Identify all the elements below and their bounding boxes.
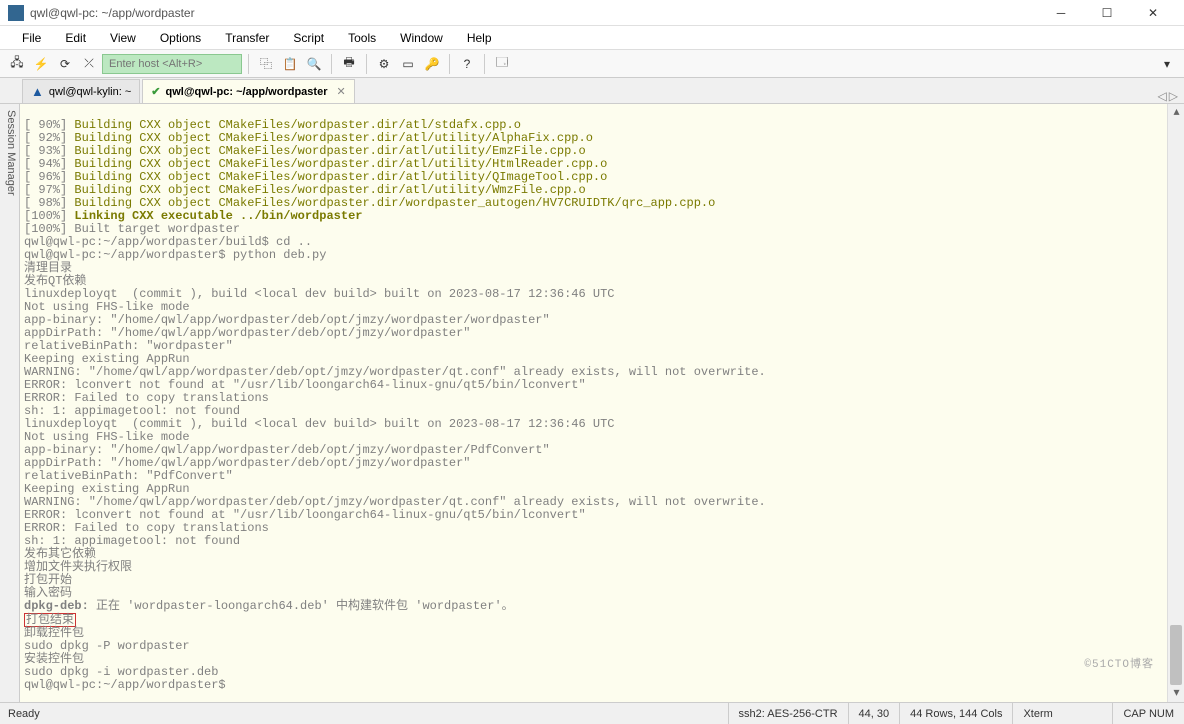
menu-edit[interactable]: Edit — [53, 28, 98, 48]
session-manager-panel[interactable]: Session Manager — [0, 104, 20, 702]
status-bar: Ready ssh2: AES-256-CTR 44, 30 44 Rows, … — [0, 702, 1184, 724]
session-tab-1[interactable]: ▲ qwl@qwl-kylin: ~ — [22, 79, 140, 103]
menu-window[interactable]: Window — [388, 28, 455, 48]
window-title: qwl@qwl-pc: ~/app/wordpaster — [30, 6, 1038, 20]
close-button[interactable]: ✕ — [1130, 1, 1176, 25]
menu-file[interactable]: File — [10, 28, 53, 48]
menu-help[interactable]: Help — [455, 28, 504, 48]
status-caps-num: CAP NUM — [1113, 703, 1184, 724]
disconnect-icon[interactable]: ⤫ — [78, 53, 100, 75]
app-icon — [8, 5, 24, 21]
host-input[interactable] — [102, 54, 242, 74]
session-tree-icon[interactable]: 🖧 — [6, 53, 28, 75]
paste-icon[interactable]: 📋 — [279, 53, 301, 75]
tab-label: qwl@qwl-pc: ~/app/wordpaster — [165, 86, 327, 98]
print-icon[interactable]: 🖶 — [338, 53, 360, 75]
status-dimensions: 44 Rows, 144 Cols — [900, 703, 1013, 724]
status-cursor-pos: 44, 30 — [849, 703, 901, 724]
menu-bar: File Edit View Options Transfer Script T… — [0, 26, 1184, 50]
scroll-up-icon[interactable]: ▴ — [1168, 104, 1184, 121]
maximize-button[interactable]: ☐ — [1084, 1, 1130, 25]
check-icon: ✔ — [151, 85, 160, 98]
help-icon[interactable]: ? — [456, 53, 478, 75]
watermark: ©51CTO博客 — [1084, 659, 1154, 672]
menu-tools[interactable]: Tools — [336, 28, 388, 48]
tab-bar: ▲ qwl@qwl-kylin: ~ ✔ qwl@qwl-pc: ~/app/w… — [0, 78, 1184, 104]
highlighted-text: 打包结束 — [24, 613, 76, 627]
tab-prev-icon[interactable]: ◁ — [1158, 89, 1167, 103]
window-icon[interactable]: 🗔 — [491, 53, 513, 75]
quick-connect-icon[interactable]: ⚡ — [30, 53, 52, 75]
terminal-output[interactable]: [ 90%] Building CXX object CMakeFiles/wo… — [20, 104, 1184, 702]
scroll-down-icon[interactable]: ▾ — [1168, 685, 1184, 702]
close-tab-icon[interactable]: ✕ — [336, 85, 345, 98]
scrollbar-thumb[interactable] — [1170, 625, 1182, 685]
toolbar: 🖧 ⚡ ⟳ ⤫ ⿻ 📋 🔍 🖶 ⚙ ▭ 🔑 ? 🗔 ▾ — [0, 50, 1184, 78]
find-icon[interactable]: 🔍 — [303, 53, 325, 75]
status-ready: Ready — [0, 703, 729, 724]
terminal-scrollbar[interactable]: ▴ ▾ — [1167, 104, 1184, 702]
menu-transfer[interactable]: Transfer — [213, 28, 281, 48]
copy-icon[interactable]: ⿻ — [255, 53, 277, 75]
toolbar-dropdown-icon[interactable]: ▾ — [1156, 53, 1178, 75]
key-icon[interactable]: 🔑 — [421, 53, 443, 75]
warning-icon: ▲ — [31, 84, 44, 99]
tab-label: qwl@qwl-kylin: ~ — [49, 86, 131, 98]
menu-view[interactable]: View — [98, 28, 148, 48]
status-connection: ssh2: AES-256-CTR — [729, 703, 849, 724]
status-term-type: Xterm — [1013, 703, 1113, 724]
minimize-button[interactable]: ─ — [1038, 1, 1084, 25]
tab-next-icon[interactable]: ▷ — [1169, 89, 1178, 103]
settings-icon[interactable]: ⚙ — [373, 53, 395, 75]
menu-options[interactable]: Options — [148, 28, 213, 48]
session-tab-2[interactable]: ✔ qwl@qwl-pc: ~/app/wordpaster ✕ — [142, 79, 354, 103]
menu-script[interactable]: Script — [281, 28, 336, 48]
title-bar: qwl@qwl-pc: ~/app/wordpaster ─ ☐ ✕ — [0, 0, 1184, 26]
tape-icon[interactable]: ▭ — [397, 53, 419, 75]
reconnect-icon[interactable]: ⟳ — [54, 53, 76, 75]
